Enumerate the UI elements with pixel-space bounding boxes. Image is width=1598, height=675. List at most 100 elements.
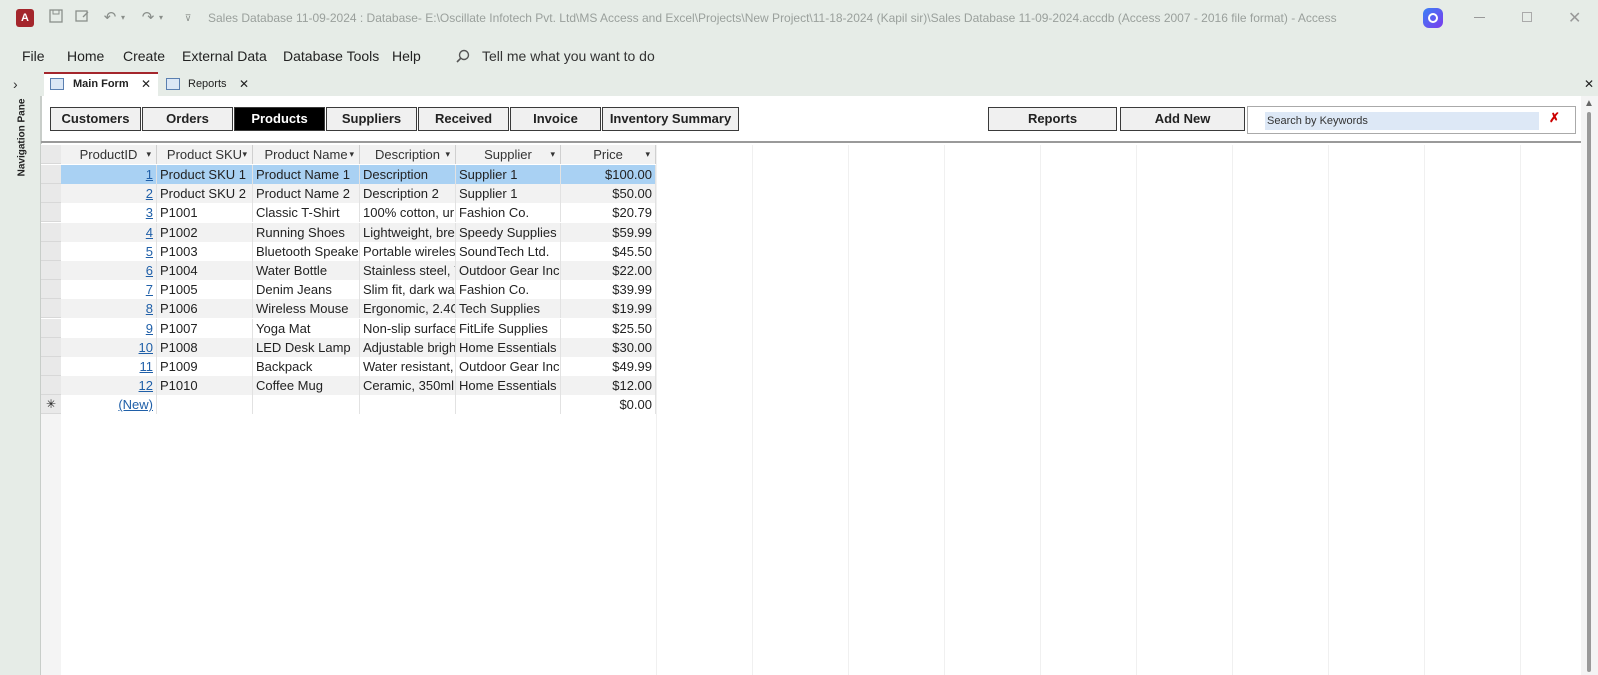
cell-product-name[interactable]: Classic T-Shirt	[253, 203, 360, 223]
cell-price[interactable]: $20.79	[561, 203, 656, 223]
cell-product-name[interactable]: Yoga Mat	[253, 318, 360, 338]
cell-price[interactable]: $50.00	[561, 184, 656, 204]
cell-description[interactable]: 100% cotton, ur	[360, 203, 456, 223]
column-filter-icon[interactable]: ▾	[645, 145, 650, 164]
cell-product-sku[interactable]: P1007	[157, 318, 253, 338]
close-window-icon[interactable]: ✕	[1568, 8, 1581, 28]
column-filter-icon[interactable]: ▾	[550, 145, 555, 164]
cell-supplier[interactable]: Supplier 1	[456, 165, 561, 184]
cell-price[interactable]: $30.00	[561, 337, 656, 357]
scroll-up-icon[interactable]: ▲	[1584, 98, 1594, 109]
cell-price[interactable]: $25.50	[561, 318, 656, 338]
column-filter-icon[interactable]: ▾	[242, 145, 247, 164]
record-selector[interactable]	[41, 261, 61, 280]
customers-button[interactable]: Customers	[50, 107, 141, 131]
record-selector[interactable]	[41, 299, 61, 319]
record-selector[interactable]	[41, 357, 61, 376]
record-selector[interactable]	[41, 318, 61, 338]
close-object-icon[interactable]: ✕	[1584, 72, 1594, 96]
cell-product-id[interactable]: 2	[61, 184, 157, 204]
cell-supplier[interactable]: Fashion Co.	[456, 280, 561, 300]
cell-description[interactable]: Slim fit, dark wa	[360, 280, 456, 300]
menu-database-tools[interactable]: Database Tools	[283, 48, 379, 64]
menu-home[interactable]: Home	[67, 48, 104, 64]
clear-filter-icon[interactable]: ✗	[1549, 110, 1560, 126]
close-tab-reports-icon[interactable]: ✕	[239, 72, 249, 96]
cell-supplier[interactable]: Home Essentials	[456, 376, 561, 396]
cell-description[interactable]: Description 2	[360, 184, 456, 204]
cell-description[interactable]: Stainless steel, 7	[360, 261, 456, 280]
column-header-description[interactable]: Description ▾	[360, 145, 456, 164]
minimize-icon[interactable]	[1474, 17, 1485, 18]
cell-product-id[interactable]: 11	[61, 357, 157, 376]
customize-toolbar-icon[interactable]: ⊽	[178, 8, 198, 28]
cell-product-id[interactable]: 10	[61, 337, 157, 357]
cell-price[interactable]: $39.99	[561, 280, 656, 300]
restore-icon[interactable]	[1522, 12, 1532, 22]
cell-supplier[interactable]: Home Essentials	[456, 337, 561, 357]
column-header-product-name[interactable]: Product Name ▾	[253, 145, 360, 164]
cell-product-sku[interactable]: P1001	[157, 203, 253, 223]
select-all-corner[interactable]	[41, 145, 61, 164]
invoice-button[interactable]: Invoice	[510, 107, 601, 131]
cell-product-name[interactable]: Backpack	[253, 357, 360, 376]
cell-product-id[interactable]: 9	[61, 318, 157, 338]
cell-description[interactable]: Ergonomic, 2.4C	[360, 299, 456, 319]
column-header-product-sku[interactable]: Product SKU ▾	[157, 145, 253, 164]
cell-product-id[interactable]: 8	[61, 299, 157, 319]
cell-price[interactable]: $12.00	[561, 376, 656, 396]
cell-supplier[interactable]: FitLife Supplies	[456, 318, 561, 338]
cell-product-name[interactable]: Bluetooth Speake	[253, 241, 360, 261]
record-selector[interactable]	[41, 222, 61, 242]
cell-product-sku[interactable]: P1010	[157, 376, 253, 396]
cell-product-sku[interactable]: P1006	[157, 299, 253, 319]
column-header-price[interactable]: Price ▾	[561, 145, 656, 164]
new-record-cell[interactable]	[360, 395, 456, 415]
column-filter-icon[interactable]: ▾	[445, 145, 450, 164]
products-button[interactable]: Products	[234, 107, 325, 131]
cell-price[interactable]: $100.00	[561, 165, 656, 184]
cell-product-sku[interactable]: P1005	[157, 280, 253, 300]
cell-product-name[interactable]: Coffee Mug	[253, 376, 360, 396]
cell-description[interactable]: Non-slip surface	[360, 318, 456, 338]
cell-product-name[interactable]: Denim Jeans	[253, 280, 360, 300]
cell-product-id[interactable]: 1	[61, 165, 157, 184]
cell-product-name[interactable]: Product Name 2	[253, 184, 360, 204]
cell-product-name[interactable]: Product Name 1	[253, 165, 360, 184]
search-input[interactable]: Search by Keywords	[1265, 112, 1539, 130]
new-record-cell[interactable]	[253, 395, 360, 415]
navigation-pane-label[interactable]: Navigation Pane	[17, 88, 28, 188]
cell-description[interactable]: Portable wireles	[360, 241, 456, 261]
cell-product-sku[interactable]: P1003	[157, 241, 253, 261]
cell-product-id[interactable]: 7	[61, 280, 157, 300]
orders-button[interactable]: Orders	[142, 107, 233, 131]
inventory-summary-button[interactable]: Inventory Summary	[602, 107, 739, 131]
new-record-price[interactable]: $0.00	[561, 395, 656, 415]
redo-icon[interactable]: ↷	[138, 8, 158, 28]
menu-file[interactable]: File	[22, 48, 45, 64]
undo-dropdown-icon[interactable]: ▾	[118, 8, 128, 28]
cell-description[interactable]: Water resistant,	[360, 357, 456, 376]
record-selector[interactable]	[41, 337, 61, 357]
new-record-icon[interactable]: ✳	[41, 395, 61, 415]
cell-price[interactable]: $19.99	[561, 299, 656, 319]
cell-product-sku[interactable]: P1004	[157, 261, 253, 280]
redo-dropdown-icon[interactable]: ▾	[156, 8, 166, 28]
cell-supplier[interactable]: Tech Supplies	[456, 299, 561, 319]
cell-product-name[interactable]: Wireless Mouse	[253, 299, 360, 319]
record-selector[interactable]	[41, 203, 61, 223]
cell-price[interactable]: $45.50	[561, 241, 656, 261]
menu-external-data[interactable]: External Data	[182, 48, 267, 64]
received-button[interactable]: Received	[418, 107, 509, 131]
suppliers-button[interactable]: Suppliers	[326, 107, 417, 131]
cell-product-id[interactable]: 12	[61, 376, 157, 396]
menu-help[interactable]: Help	[392, 48, 421, 64]
cell-product-id[interactable]: 4	[61, 222, 157, 242]
cell-product-id[interactable]: 5	[61, 241, 157, 261]
tab-reports[interactable]: Reports	[188, 72, 227, 96]
cell-description[interactable]: Description	[360, 165, 456, 184]
cell-product-name[interactable]: LED Desk Lamp	[253, 337, 360, 357]
record-selector[interactable]	[41, 241, 61, 261]
column-filter-icon[interactable]: ▾	[146, 145, 151, 164]
scroll-thumb[interactable]	[1587, 112, 1591, 672]
